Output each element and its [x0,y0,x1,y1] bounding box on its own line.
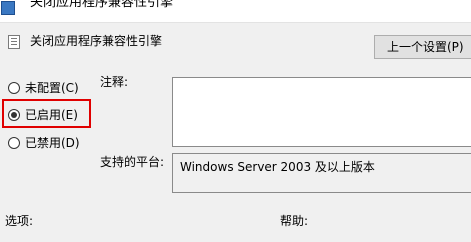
supported-on-box: Windows Server 2003 及以上版本 [172,153,471,193]
previous-setting-button[interactable]: 上一个设置(P) [374,35,471,59]
radio-button[interactable] [8,82,20,94]
radio-label: 未配置(C) [25,81,79,95]
policy-settings-dialog: 关闭应用程序兼容性引擎 关闭应用程序兼容性引擎 上一个设置(P) 未配置(C) … [0,0,471,242]
help-section-label: 帮助: [280,214,309,228]
title-bar: 关闭应用程序兼容性引擎 [0,0,471,22]
policy-name: 关闭应用程序兼容性引擎 [30,34,163,48]
highlight-annotation-box [2,99,91,128]
supported-on-label: 支持的平台: [100,155,165,169]
comment-label: 注释: [100,75,129,89]
title-separator [0,22,471,23]
options-section-label: 选项: [5,214,34,228]
radio-label: 已禁用(D) [25,136,80,150]
radio-button[interactable] [8,137,20,149]
window-title: 关闭应用程序兼容性引擎 [30,0,174,10]
supported-on-value: Windows Server 2003 及以上版本 [180,160,375,174]
policy-setting-icon [8,35,20,49]
comment-textarea[interactable] [172,77,471,147]
policy-app-icon [1,1,15,15]
